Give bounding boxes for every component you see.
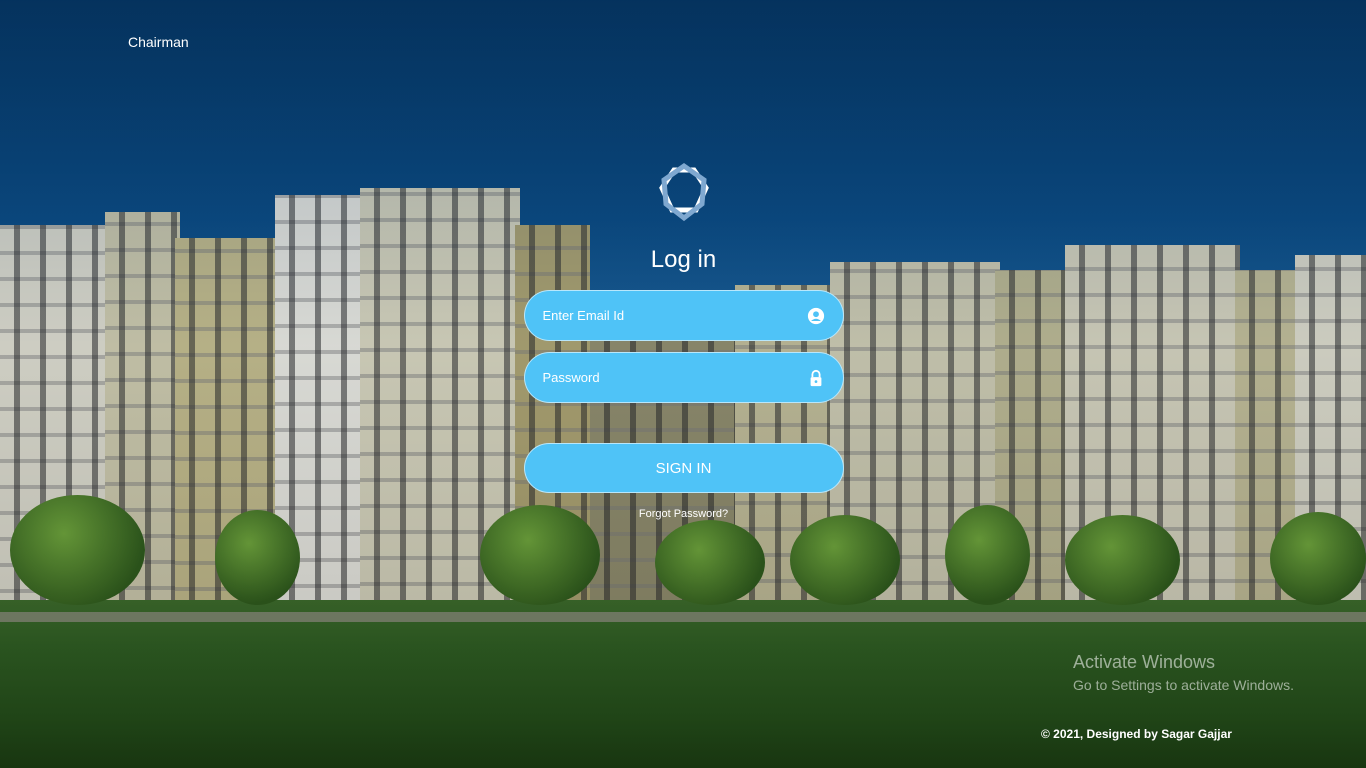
login-title: Log in bbox=[650, 246, 717, 273]
watermark-subtitle: Go to Settings to activate Windows. bbox=[1073, 677, 1294, 693]
password-input[interactable] bbox=[524, 353, 843, 402]
brand-name: Chairman bbox=[128, 34, 189, 50]
interlaced-star-logo bbox=[658, 162, 709, 222]
watermark-title: Activate Windows bbox=[1073, 652, 1216, 672]
password-field-wrapper bbox=[523, 352, 844, 403]
footer-copyright: © 2021, Designed by Sagar Gajjar bbox=[1041, 727, 1232, 741]
forgot-password-link[interactable]: Forgot Password? bbox=[639, 508, 728, 520]
activate-windows-watermark: Activate Windows Go to Settings to activ… bbox=[1073, 652, 1294, 693]
email-input[interactable] bbox=[524, 291, 843, 340]
lock-icon bbox=[810, 369, 821, 387]
sign-in-button[interactable]: SIGN IN bbox=[523, 443, 844, 493]
email-field-wrapper bbox=[523, 290, 844, 341]
login-form: Log in SIGN IN Forgot Password? bbox=[523, 160, 844, 520]
user-circle-icon bbox=[807, 307, 824, 325]
